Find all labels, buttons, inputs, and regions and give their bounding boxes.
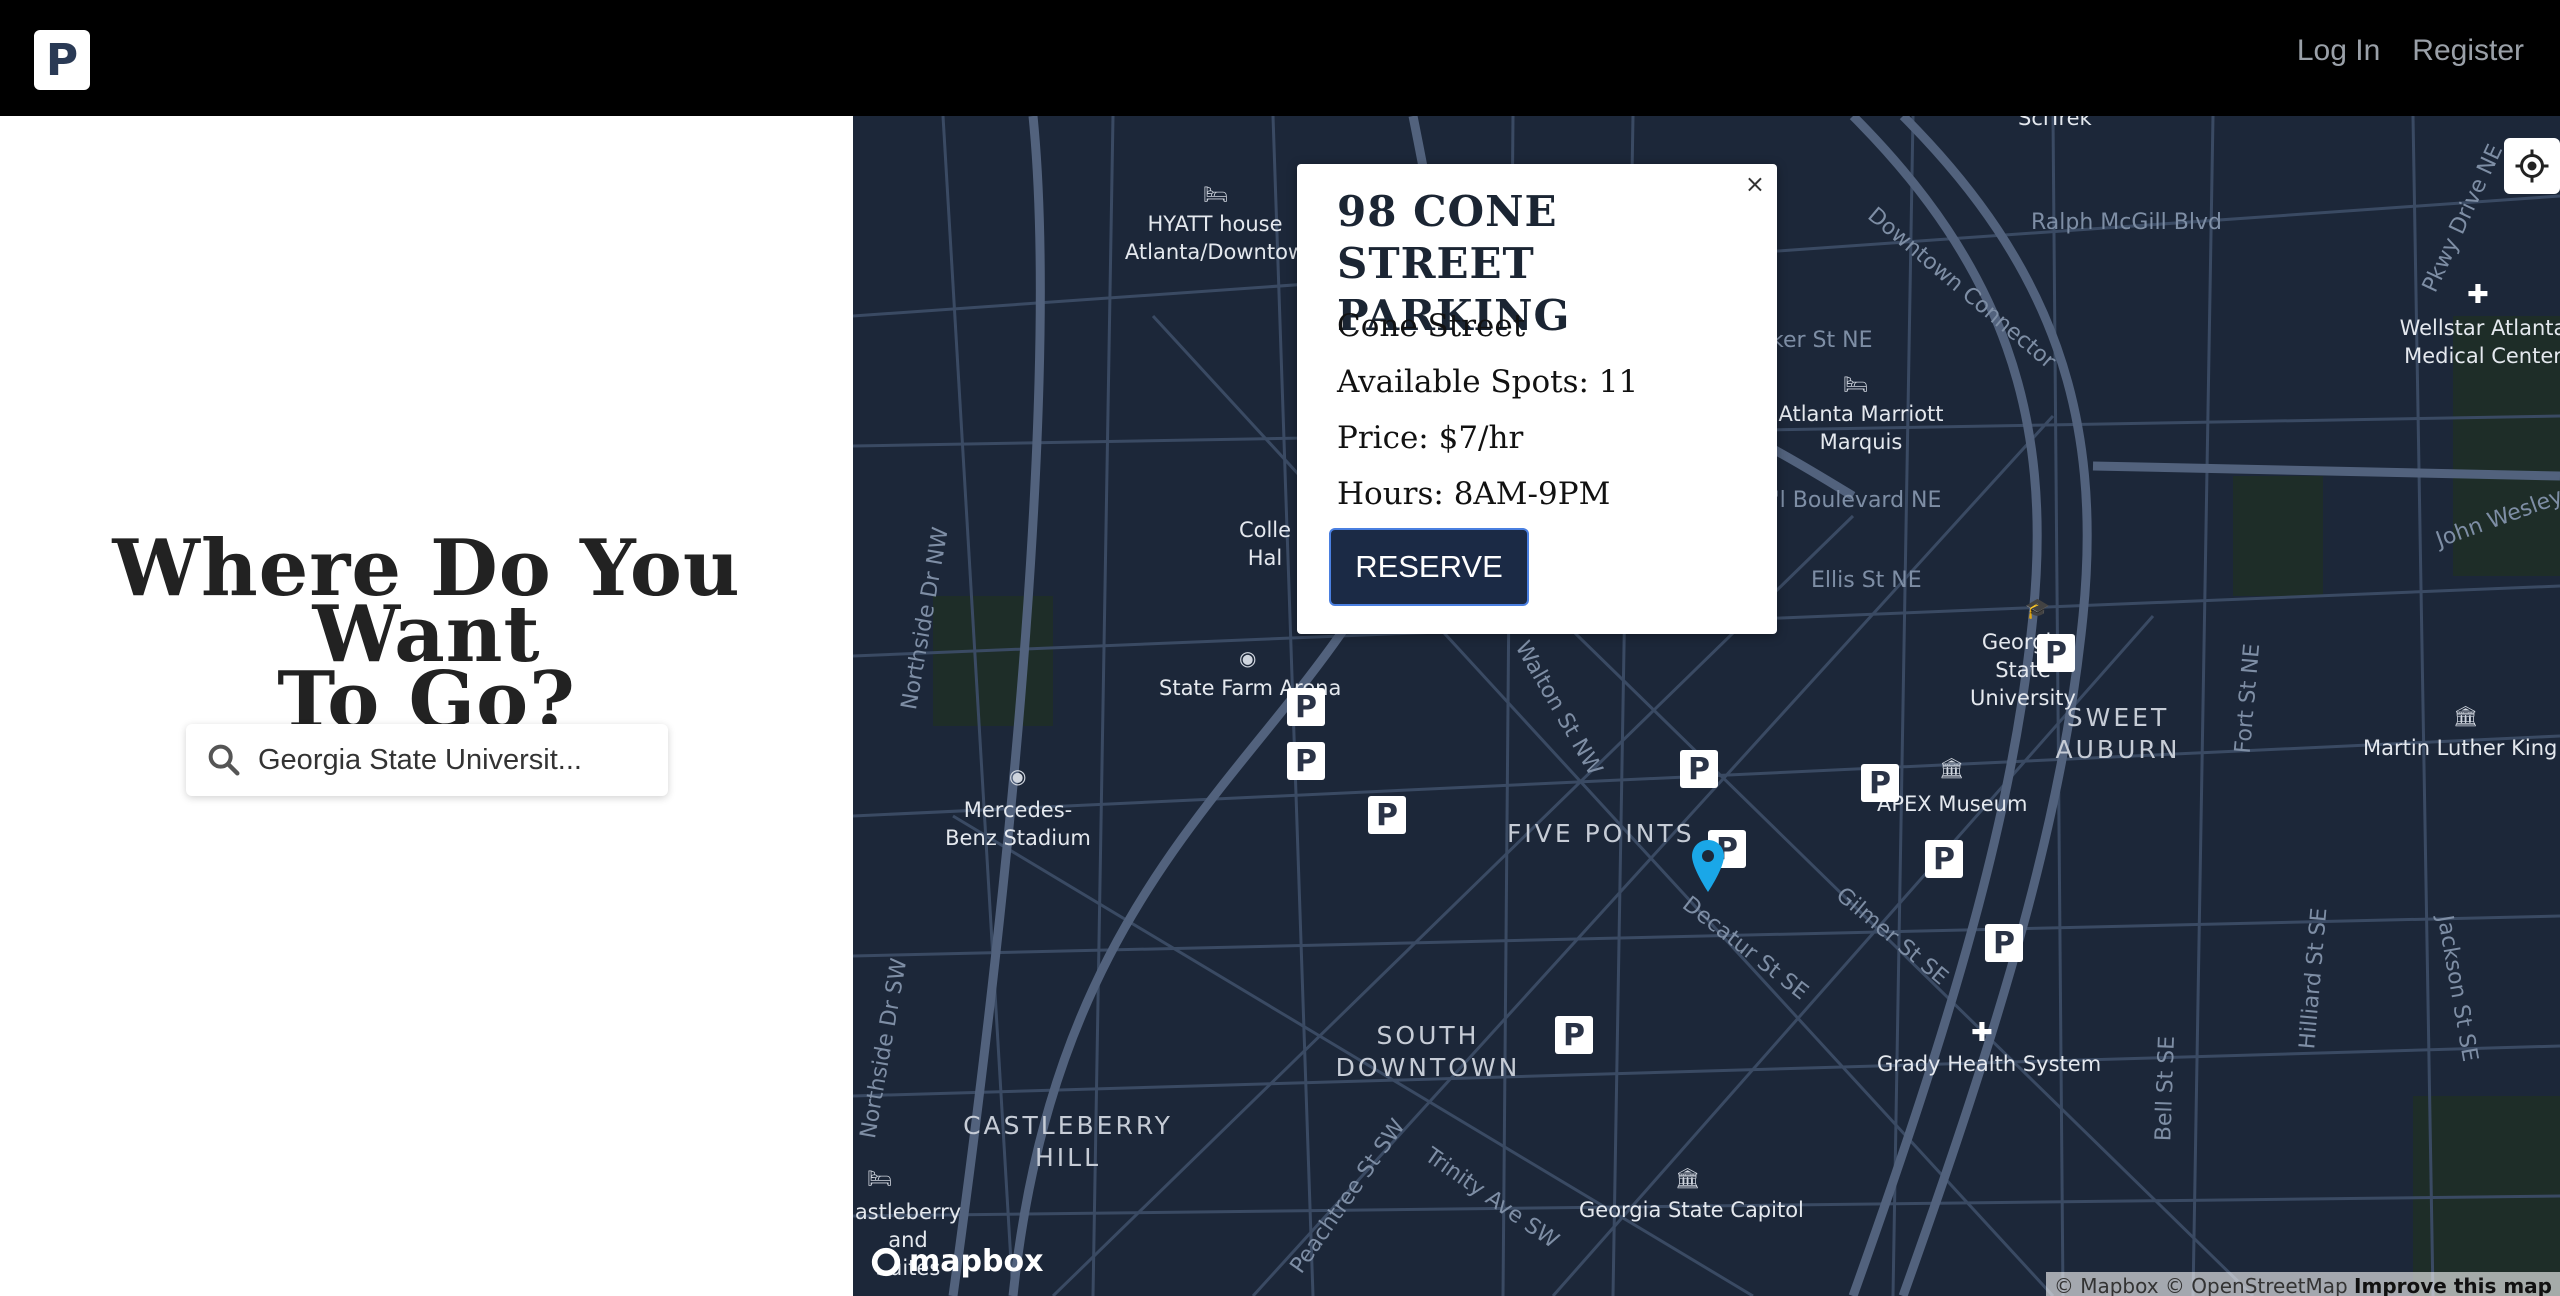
parking-pin[interactable]: P bbox=[1555, 1016, 1593, 1054]
parking-pin[interactable]: P bbox=[1287, 688, 1325, 726]
map-street-ellis: Ellis St NE bbox=[1811, 568, 1922, 593]
hospital-icon: ✚ bbox=[1971, 1018, 1993, 1048]
login-link[interactable]: Log In bbox=[2297, 34, 2380, 68]
parking-pin[interactable]: P bbox=[1861, 764, 1899, 802]
hotel-icon: 🛏 bbox=[1203, 182, 1229, 206]
parking-pin[interactable]: P bbox=[2037, 634, 2075, 672]
hotel-icon: 🛏 bbox=[1843, 372, 1869, 396]
parking-pin[interactable]: P bbox=[1287, 742, 1325, 780]
map-street-bell: Bell St SE bbox=[2151, 1035, 2180, 1142]
map-label-wellstar: Wellstar Atlanta Medical Center bbox=[2399, 316, 2560, 368]
map-label-mercedes: Mercedes-Benz Stadium bbox=[945, 798, 1091, 850]
mapbox-wordmark: mapbox bbox=[909, 1244, 1044, 1279]
parking-pin[interactable]: P bbox=[1368, 796, 1406, 834]
mapbox-logo[interactable]: mapbox bbox=[869, 1244, 1043, 1279]
location-marker-icon[interactable] bbox=[1690, 838, 1726, 894]
parking-popup: × 98 CONE STREET PARKING Cone Street Ava… bbox=[1297, 164, 1777, 634]
map-label-five-points: FIVE POINTS bbox=[1507, 819, 1695, 848]
top-nav-bar: P Log In Register bbox=[0, 0, 2560, 116]
map-label-mlk: Martin Luther King bbox=[2363, 736, 2558, 760]
parking-pin[interactable]: P bbox=[1985, 924, 2023, 962]
museum-icon: 🏛 bbox=[1939, 756, 1965, 780]
register-link[interactable]: Register bbox=[2412, 34, 2524, 68]
map-street-ralph: Ralph McGill Blvd bbox=[2031, 210, 2222, 235]
school-icon: 🎓 bbox=[2025, 596, 2050, 620]
map-label-apex: APEX Museum bbox=[1877, 792, 2028, 816]
search-box[interactable] bbox=[186, 724, 668, 796]
geolocate-button[interactable] bbox=[2504, 138, 2560, 194]
popup-street: Cone Street bbox=[1337, 308, 1526, 344]
parking-pin[interactable]: P bbox=[1925, 840, 1963, 878]
map-label-sweet-auburn: SWEET AUBURN bbox=[2055, 703, 2181, 764]
map-view[interactable]: SciTrek HYATT house Atlanta/Downtow Atla… bbox=[853, 116, 2560, 1296]
search-input[interactable] bbox=[256, 742, 640, 778]
popup-hours: Hours: 8AM-9PM bbox=[1337, 476, 1611, 512]
map-label-south-downtown: SOUTH DOWNTOWN bbox=[1335, 1021, 1521, 1082]
hospital-icon: ✚ bbox=[2467, 280, 2489, 310]
auth-nav: Log In Register bbox=[2297, 34, 2524, 68]
crosshair-icon bbox=[2515, 149, 2549, 183]
hotel-icon: 🛏 bbox=[867, 1166, 893, 1190]
map-label-marriott: Atlanta Marriott Marquis bbox=[1778, 402, 1944, 454]
search-icon bbox=[208, 744, 240, 776]
venue-icon: ◉ bbox=[1239, 646, 1257, 670]
map-label-scitrek: SciTrek bbox=[2018, 116, 2092, 130]
attribution-text[interactable]: © Mapbox © OpenStreetMap bbox=[2054, 1274, 2348, 1296]
map-label-capitol: Georgia State Capitol bbox=[1579, 1198, 1804, 1222]
app-logo[interactable]: P bbox=[34, 30, 90, 90]
hero-line-1: Where Do You Want bbox=[112, 523, 741, 680]
map-label-college: Colle Hal bbox=[1238, 518, 1292, 570]
museum-icon: 🏛 bbox=[1675, 1166, 1701, 1190]
map-street-ker: ker St NE bbox=[1771, 328, 1873, 353]
map-label-grady: Grady Health System bbox=[1877, 1052, 2102, 1076]
map-label-castleberry: CASTLEBERRY HILL bbox=[963, 1111, 1173, 1172]
map-street-boulevard: t'l Boulevard NE bbox=[1765, 488, 1942, 513]
map-attribution: © Mapbox © OpenStreetMap Improve this ma… bbox=[2045, 1272, 2560, 1296]
museum-icon: 🏛 bbox=[2453, 704, 2479, 728]
hero-heading: Where Do You Want To Go? bbox=[0, 523, 853, 740]
improve-map-link[interactable]: Improve this map bbox=[2354, 1274, 2552, 1296]
search-panel: Where Do You Want To Go? bbox=[0, 116, 853, 1296]
popup-available-spots: Available Spots: 11 bbox=[1337, 364, 1639, 400]
mapbox-icon bbox=[871, 1247, 901, 1276]
parking-pin[interactable]: P bbox=[1680, 750, 1718, 788]
reserve-button[interactable]: RESERVE bbox=[1329, 528, 1529, 606]
popup-price: Price: $7/hr bbox=[1337, 420, 1524, 456]
map-label-hyatt: HYATT house Atlanta/Downtow bbox=[1124, 212, 1306, 264]
venue-icon: ◉ bbox=[1009, 764, 1027, 788]
